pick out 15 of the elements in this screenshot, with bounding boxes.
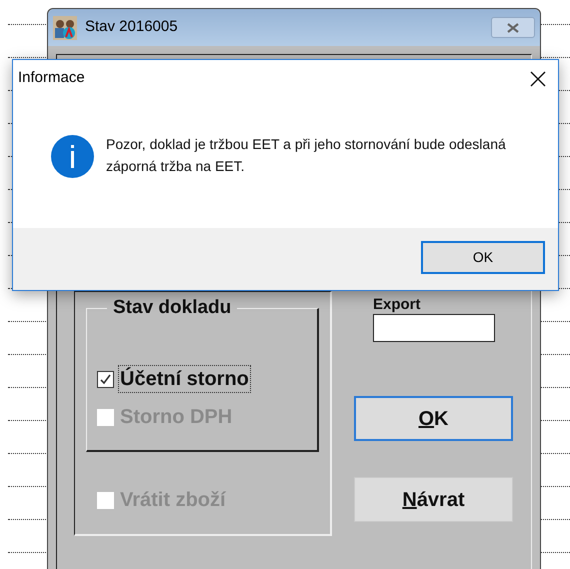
ok-button[interactable]: OK [421,241,545,274]
app-icon [53,16,77,40]
message-text: Pozor, doklad je tržbou EET a při jeho stornování bude odeslaná záporná tržba na EET. [106,135,507,176]
close-icon [530,70,546,86]
checkbox-label[interactable]: Účetní storno [118,365,251,393]
export-field[interactable] [373,314,495,342]
window-title: Stav 2016005 [85,17,178,38]
close-icon [507,22,519,32]
dialog-title: Informace [18,68,85,88]
dialog-button[interactable]: OK [354,396,513,441]
checkbox[interactable] [97,370,114,388]
info-icon [51,135,94,178]
checkmark-icon [99,372,112,386]
dialog-button[interactable]: Návrat [354,477,513,522]
export-label: Export [373,297,422,313]
